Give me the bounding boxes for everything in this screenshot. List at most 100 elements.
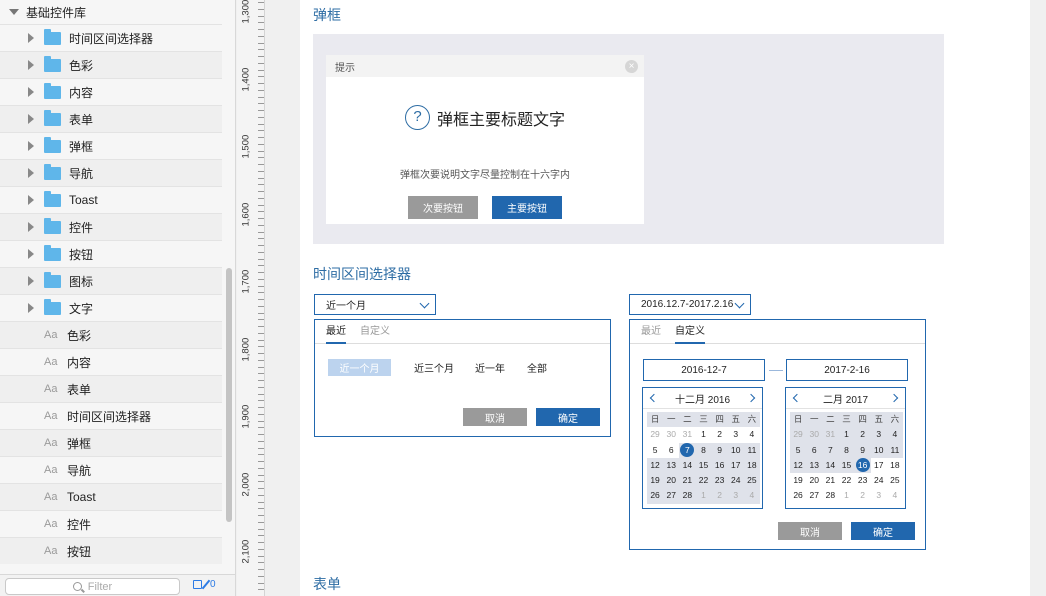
calendar-day[interactable]: 26 [790,488,806,503]
disclosure-arrow-icon[interactable] [28,33,34,43]
text-style-item[interactable]: Aa 弹框 [0,429,222,456]
calendar-day[interactable]: 4 [743,488,760,504]
calendar-day[interactable]: 5 [647,443,663,458]
calendar-day[interactable]: 28 [822,488,838,503]
primary-button[interactable]: 主要按钮 [492,196,562,219]
calendar-day[interactable]: 13 [806,457,823,474]
calendar-day[interactable]: 10 [870,442,887,458]
calendar-day[interactable]: 24 [727,473,744,489]
calendar-day[interactable]: 2 [855,488,871,503]
calendar-day[interactable]: 8 [695,442,712,458]
library-header[interactable]: 基础控件库 [0,0,222,24]
text-style-item[interactable]: Aa 按钮 [0,537,222,564]
text-style-item[interactable]: Aa 表单 [0,375,222,402]
disclosure-arrow-icon[interactable] [28,114,34,124]
calendar-day[interactable]: 1 [838,427,855,443]
calendar-day[interactable]: 15 [838,457,855,474]
calendar-day[interactable]: 7 [679,442,696,458]
pen-icon[interactable] [201,579,211,590]
calendar-day[interactable]: 16 [854,457,871,474]
disclosure-arrow-icon[interactable] [28,87,34,97]
disclosure-arrow-icon[interactable] [28,249,34,259]
calendar-day[interactable]: 31 [679,427,695,442]
calendar-day[interactable]: 1 [838,488,854,503]
calendar-day[interactable]: 3 [727,488,744,504]
calendar-day[interactable]: 21 [679,473,696,489]
calendar-day[interactable]: 18 [743,457,760,474]
layer-group[interactable]: 表单 [0,105,222,132]
calendar-day[interactable]: 10 [727,442,744,458]
calendar-day[interactable]: 1 [695,488,712,504]
layer-group[interactable]: 按钮 [0,240,222,267]
calendar-day[interactable]: 30 [663,427,679,442]
cancel-button[interactable]: 取消 [463,408,527,426]
calendar-day[interactable]: 18 [887,458,903,473]
disclosure-arrow-icon[interactable] [28,60,34,70]
calendar-day[interactable]: 23 [855,473,871,488]
close-icon[interactable]: × [625,59,638,73]
calendar-day[interactable]: 17 [727,457,744,474]
calendar-day[interactable]: 21 [822,473,838,488]
calendar-day[interactable]: 28 [679,488,696,504]
disclosure-arrow-icon[interactable] [28,195,34,205]
text-style-item[interactable]: Aa Toast [0,483,222,510]
calendar-day[interactable]: 27 [663,488,680,504]
calendar-day[interactable]: 3 [870,427,887,443]
calendar-day[interactable]: 22 [695,473,712,489]
confirm-button[interactable]: 确定 [536,408,600,426]
option-last-year[interactable]: 近一年 [472,359,508,376]
calendar-day[interactable]: 31 [822,427,839,443]
layer-group[interactable]: 导航 [0,159,222,186]
calendar-day[interactable]: 15 [695,457,712,474]
calendar-day[interactable]: 1 [695,427,711,442]
layer-group[interactable]: 控件 [0,213,222,240]
calendar-day[interactable]: 11 [743,442,760,458]
calendar-day[interactable]: 4 [887,488,903,503]
recent-range-select[interactable]: 近一个月 [314,294,436,315]
cancel-button[interactable]: 取消 [778,522,842,540]
text-style-item[interactable]: Aa 色彩 [0,321,222,348]
calendar-day[interactable]: 25 [743,473,760,489]
calendar-day[interactable]: 6 [663,443,679,458]
disclosure-arrow-icon[interactable] [28,276,34,286]
disclosure-arrow-icon[interactable] [28,168,34,178]
calendar-day[interactable]: 25 [887,473,903,488]
calendar-day[interactable]: 5 [790,442,807,458]
calendar-day[interactable]: 3 [728,427,744,442]
calendar-day[interactable]: 16 [711,457,728,474]
tab-custom[interactable]: 自定义 [360,320,390,344]
layer-group[interactable]: 色彩 [0,51,222,78]
calendar-day[interactable]: 26 [647,488,664,504]
calendar-day[interactable]: 20 [806,473,822,488]
calendar-day[interactable]: 6 [806,442,823,458]
disclosure-arrow-icon[interactable] [28,222,34,232]
option-last-three-months[interactable]: 近三个月 [411,359,457,376]
option-last-month[interactable]: 近一个月 [328,359,391,376]
custom-range-select[interactable]: 2016.12.7-2017.2.16 [629,294,751,315]
filter-input[interactable]: Filter [5,578,180,595]
prev-month-icon[interactable] [792,393,802,403]
layer-group[interactable]: 时间区间选择器 [0,24,222,51]
calendar-day[interactable]: 19 [647,473,664,489]
calendar-day[interactable]: 4 [886,427,903,443]
layer-group[interactable]: 弹框 [0,132,222,159]
calendar-day[interactable]: 19 [790,473,806,488]
text-style-item[interactable]: Aa 控件 [0,510,222,537]
calendar-day[interactable]: 24 [871,473,887,488]
text-style-item[interactable]: Aa 导航 [0,456,222,483]
calendar-day[interactable]: 8 [838,442,855,458]
option-all[interactable]: 全部 [523,359,551,376]
calendar-day[interactable]: 27 [806,488,822,503]
next-month-icon[interactable] [746,393,756,403]
calendar-day[interactable]: 30 [806,427,823,443]
calendar-day[interactable]: 7 [822,442,839,458]
calendar-day[interactable]: 29 [647,427,663,442]
calendar-day[interactable]: 9 [711,442,728,458]
calendar-day[interactable]: 2 [711,488,728,504]
calendar-day[interactable]: 4 [744,427,760,442]
calendar-day[interactable]: 2 [712,427,728,442]
start-date-input[interactable]: 2016-12-7 [643,359,765,381]
end-date-input[interactable]: 2017-2-16 [786,359,908,381]
disclosure-arrow-icon[interactable] [28,303,34,313]
prev-month-icon[interactable] [649,393,659,403]
